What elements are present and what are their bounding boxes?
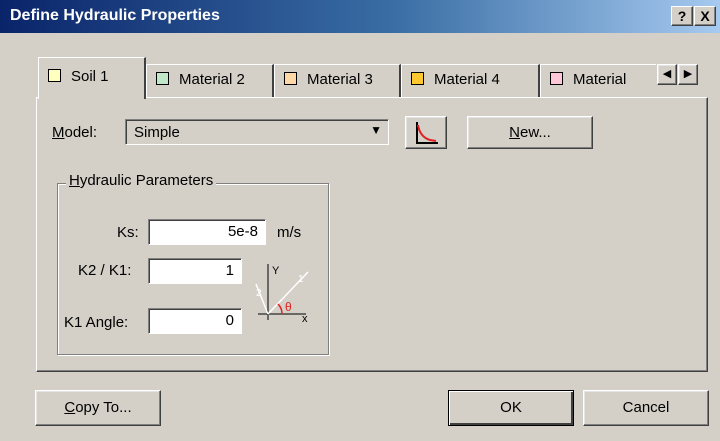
tab-scroll-right-icon[interactable]: ▶ (678, 64, 698, 85)
tab-label: Soil 1 (71, 68, 109, 85)
k2-k1-label: K2 / K1: (78, 262, 132, 279)
ks-unit: m/s (277, 224, 302, 241)
curve-plot-button[interactable] (405, 116, 447, 149)
k1-angle-input[interactable]: 0 (148, 308, 242, 334)
window-title: Define Hydraulic Properties (10, 7, 220, 24)
curve-plot-icon (416, 122, 438, 144)
tab-color-swatch (411, 72, 424, 85)
tab-material-5[interactable]: Material (540, 64, 656, 97)
tab-label: Material 4 (434, 71, 500, 88)
tab-label: Material 3 (307, 71, 373, 88)
cancel-button[interactable]: Cancel (583, 390, 709, 426)
hydraulic-group-title: Hydraulic Parameters (66, 172, 217, 189)
k2-k1-input[interactable]: 1 (148, 258, 242, 284)
diagram-theta-label: θ (285, 300, 292, 314)
tab-scroll-left-icon[interactable]: ◀ (657, 64, 677, 85)
title-bar: Define Hydraulic Properties ? X (0, 0, 720, 33)
diagram-two-label: 2 (256, 288, 262, 299)
diagram-x-label: x (302, 313, 308, 324)
ok-button[interactable]: OK (448, 390, 574, 426)
tab-material-2[interactable]: Material 2 (146, 64, 274, 97)
close-button[interactable]: X (694, 6, 716, 26)
tab-color-swatch (156, 72, 169, 85)
anisotropy-axes-icon: Y x 1 2 θ (255, 264, 309, 324)
model-select[interactable]: Simple ▼ (125, 119, 389, 145)
chevron-down-icon[interactable]: ▼ (370, 123, 382, 137)
tab-soil-1[interactable]: Soil 1 (38, 57, 146, 99)
ks-label: Ks: (117, 224, 139, 241)
tab-color-swatch (48, 69, 61, 82)
diagram-one-label: 1 (298, 274, 304, 285)
help-button[interactable]: ? (671, 6, 693, 26)
tab-color-swatch (284, 72, 297, 85)
ks-input[interactable]: 5e-8 (148, 219, 266, 245)
model-value: Simple (134, 124, 180, 141)
tab-label: Material (573, 71, 627, 88)
tab-label: Material 2 (179, 71, 245, 88)
tab-material-3[interactable]: Material 3 (274, 64, 401, 97)
model-label: Model: (52, 124, 98, 141)
copy-to-button[interactable]: Copy To... (35, 390, 161, 426)
tab-material-4[interactable]: Material 4 (401, 64, 540, 97)
new-model-button[interactable]: New... (467, 116, 593, 149)
k1-angle-label: K1 Angle: (64, 314, 129, 331)
tab-color-swatch (550, 72, 563, 85)
diagram-y-label: Y (272, 265, 280, 277)
